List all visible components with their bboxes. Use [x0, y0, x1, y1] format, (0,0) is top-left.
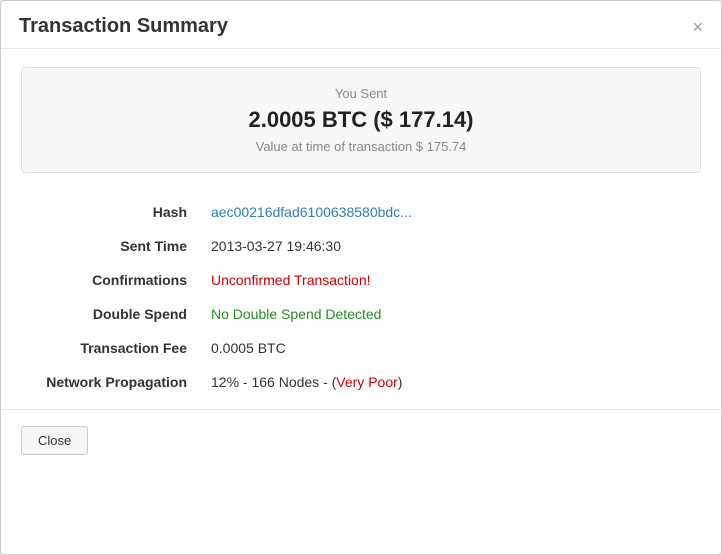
table-row-network-propagation: Network Propagation 12% - 166 Nodes - (V… — [21, 365, 701, 399]
hash-value-cell: aec00216dfad6100638580bdc... — [201, 195, 701, 229]
dialog-header: Transaction Summary × — [1, 1, 721, 49]
table-row-hash: Hash aec00216dfad6100638580bdc... — [21, 195, 701, 229]
summary-box: You Sent 2.0005 BTC ($ 177.14) Value at … — [21, 67, 701, 173]
details-table: Hash aec00216dfad6100638580bdc... Sent T… — [21, 195, 701, 399]
transaction-fee-value: 0.0005 BTC — [201, 331, 701, 365]
table-row-sent-time: Sent Time 2013-03-27 19:46:30 — [21, 229, 701, 263]
summary-amount: 2.0005 BTC ($ 177.14) — [42, 107, 680, 133]
network-propagation-status: Very Poor — [336, 374, 397, 390]
summary-label: You Sent — [42, 86, 680, 101]
hash-label: Hash — [21, 195, 201, 229]
table-row-confirmations: Confirmations Unconfirmed Transaction! — [21, 263, 701, 297]
confirmations-value-cell: Unconfirmed Transaction! — [201, 263, 701, 297]
network-propagation-value-cell: 12% - 166 Nodes - (Very Poor) — [201, 365, 701, 399]
confirmations-value: Unconfirmed Transaction! — [211, 272, 371, 288]
transaction-fee-label: Transaction Fee — [21, 331, 201, 365]
sent-time-label: Sent Time — [21, 229, 201, 263]
network-propagation-suffix: ) — [398, 374, 403, 390]
dialog-footer: Close — [1, 409, 721, 471]
transaction-summary-dialog: Transaction Summary × You Sent 2.0005 BT… — [0, 0, 722, 555]
network-propagation-prefix: 12% - 166 Nodes - ( — [211, 374, 336, 390]
table-row-transaction-fee: Transaction Fee 0.0005 BTC — [21, 331, 701, 365]
close-button[interactable]: Close — [21, 426, 88, 455]
network-propagation-label: Network Propagation — [21, 365, 201, 399]
confirmations-label: Confirmations — [21, 263, 201, 297]
sent-time-value: 2013-03-27 19:46:30 — [201, 229, 701, 263]
double-spend-value: No Double Spend Detected — [211, 306, 381, 322]
dialog-body: You Sent 2.0005 BTC ($ 177.14) Value at … — [1, 49, 721, 399]
summary-value-at-time: Value at time of transaction $ 175.74 — [42, 139, 680, 154]
double-spend-label: Double Spend — [21, 297, 201, 331]
double-spend-value-cell: No Double Spend Detected — [201, 297, 701, 331]
dialog-title: Transaction Summary — [19, 15, 228, 38]
table-row-double-spend: Double Spend No Double Spend Detected — [21, 297, 701, 331]
hash-link[interactable]: aec00216dfad6100638580bdc... — [211, 204, 412, 220]
close-icon[interactable]: × — [692, 18, 703, 36]
